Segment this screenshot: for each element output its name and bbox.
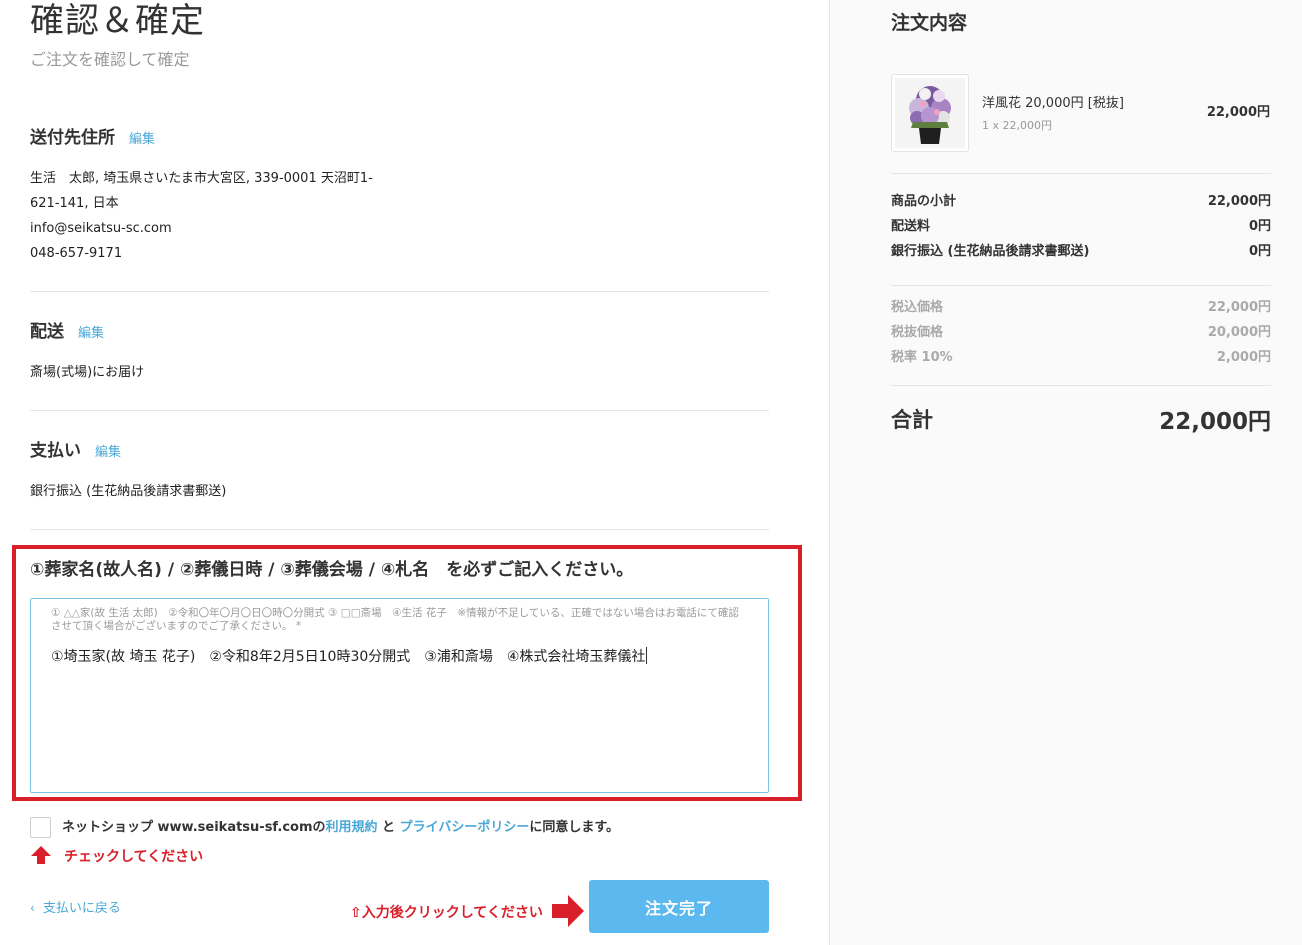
payment-fee-row: 銀行振込 (生花納品後請求書郵送) 0円	[891, 242, 1271, 262]
arrow-up-icon	[31, 846, 51, 864]
total-value: 22,000円	[1159, 409, 1271, 435]
arrow-right-icon	[552, 895, 584, 927]
address-line-2: 621-141, 日本	[30, 196, 119, 211]
divider	[30, 529, 769, 530]
tax-excluded-row: 税抜価格 20,000円	[891, 323, 1271, 343]
product-quantity: 1 x 22,000円	[982, 119, 1052, 132]
edit-payment-link[interactable]: 編集	[95, 445, 121, 460]
delivery-value: 斎場(式場)にお届け	[30, 365, 145, 380]
shipping-fee-label: 配送料	[891, 219, 931, 234]
tax-rate-value: 2,000円	[1216, 350, 1271, 365]
shipping-address-heading-text: 送付先住所	[30, 128, 115, 148]
flower-arrangement-image	[895, 78, 965, 148]
chevron-left-icon: ‹	[30, 901, 35, 915]
agree-prefix: ネットショップ www.seikatsu-sf.comの	[62, 820, 326, 835]
tax-included-value: 22,000円	[1207, 300, 1271, 315]
subtotal-label: 商品の小計	[891, 194, 957, 209]
terms-link[interactable]: 利用規約	[326, 820, 378, 835]
order-notes-text: ①埼玉家(故 埼玉 花子) ②令和8年2月5日10時30分開式 ③浦和斎場 ④株…	[51, 649, 646, 665]
tax-excluded-value: 20,000円	[1207, 325, 1271, 340]
tax-excluded-label: 税抜価格	[891, 325, 944, 340]
notice-title: ①葬家名(故人名) / ②葬儀日時 / ③葬儀会場 / ④札名 を必ずご記入くだ…	[30, 560, 634, 580]
order-notes-placeholder: ① △△家(故 生活 太郎) ②令和〇年〇月〇日〇時〇分開式 ③ □□斎場 ④生…	[51, 607, 739, 632]
address-email: info@seikatsu-sc.com	[30, 221, 172, 236]
edit-delivery-link[interactable]: 編集	[78, 326, 104, 341]
divider	[30, 410, 769, 411]
checkout-main: 確認＆確定 ご注文を確認して確定 送付先住所 編集 生活 太郎, 埼玉県さいたま市…	[0, 0, 829, 945]
divider	[891, 385, 1271, 386]
shipping-address-block: 生活 太郎, 埼玉県さいたま市大宮区, 339-0001 天沼町1- 621-1…	[30, 166, 373, 266]
total-label: 合計	[891, 408, 933, 432]
page-title: 確認＆確定	[30, 1, 205, 41]
place-order-button[interactable]: 注文完了	[589, 880, 769, 933]
payment-value: 銀行振込 (生花納品後請求書郵送)	[30, 484, 227, 499]
delivery-heading: 配送 編集	[30, 321, 104, 345]
terms-agree-checkbox[interactable]	[30, 817, 51, 838]
divider	[891, 285, 1271, 286]
tax-rate-label: 税率 10%	[891, 350, 953, 365]
back-to-payment-link[interactable]: ‹ 支払いに戻る	[30, 898, 121, 919]
order-notes-value: ①埼玉家(故 埼玉 花子) ②令和8年2月5日10時30分開式 ③浦和斎場 ④株…	[51, 647, 748, 666]
tax-rate-row: 税率 10% 2,000円	[891, 348, 1271, 368]
order-summary-panel: 注文内容 洋風花 20,000円 [税抜] 1 x 22,000円 22,000…	[829, 0, 1302, 945]
privacy-policy-link[interactable]: プライバシーポリシー	[400, 820, 530, 835]
subtotal-row: 商品の小計 22,000円	[891, 192, 1271, 212]
divider	[30, 291, 769, 292]
payment-heading-text: 支払い	[30, 441, 81, 461]
order-notes-textarea[interactable]: ① △△家(故 生活 太郎) ②令和〇年〇月〇日〇時〇分開式 ③ □□斎場 ④生…	[30, 598, 769, 793]
tax-included-row: 税込価格 22,000円	[891, 298, 1271, 318]
click-hint: ⇧入力後クリックしてください	[350, 905, 543, 921]
page-subtitle: ご注文を確認して確定	[30, 50, 190, 69]
shipping-fee-value: 0円	[1248, 219, 1271, 234]
check-hint-text: チェックしてください	[64, 849, 204, 865]
payment-fee-label: 銀行振込 (生花納品後請求書郵送)	[891, 244, 1090, 259]
agree-suffix: に同意します。	[529, 820, 620, 835]
total-row: 合計 22,000円	[891, 402, 1271, 435]
product-price: 22,000円	[1206, 105, 1270, 120]
product-thumbnail	[891, 74, 969, 152]
product-name: 洋風花 20,000円 [税抜]	[982, 96, 1124, 111]
order-summary-title: 注文内容	[891, 12, 968, 34]
delivery-heading-text: 配送	[30, 322, 64, 342]
text-caret	[646, 647, 648, 664]
address-line-1: 生活 太郎, 埼玉県さいたま市大宮区, 339-0001 天沼町1-	[30, 171, 373, 186]
shipping-address-heading: 送付先住所 編集	[30, 127, 155, 151]
tax-included-label: 税込価格	[891, 300, 944, 315]
back-to-payment-label: 支払いに戻る	[42, 901, 121, 916]
address-phone: 048-657-9171	[30, 246, 123, 261]
payment-heading: 支払い 編集	[30, 440, 121, 464]
payment-fee-value: 0円	[1248, 244, 1271, 259]
shipping-fee-row: 配送料 0円	[891, 217, 1271, 237]
subtotal-value: 22,000円	[1207, 194, 1271, 209]
edit-shipping-address-link[interactable]: 編集	[129, 132, 155, 147]
divider	[891, 173, 1271, 174]
agree-and: と	[377, 820, 400, 835]
terms-agree-label: ネットショップ www.seikatsu-sf.comの利用規約 と プライバシ…	[62, 818, 619, 838]
